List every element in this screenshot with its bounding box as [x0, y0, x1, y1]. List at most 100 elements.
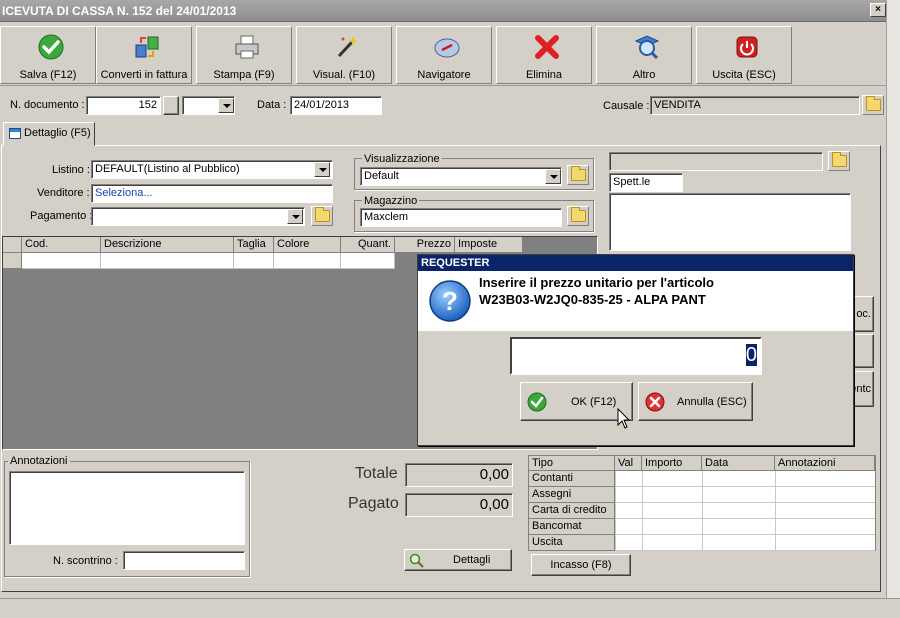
more-label: Altro: [632, 69, 656, 81]
view-button[interactable]: Visual. (F10): [296, 26, 392, 84]
series-dropdown-arrow[interactable]: [218, 98, 234, 113]
pagato-value: 0,00: [405, 493, 513, 517]
save-label: Salva (F12): [19, 69, 77, 81]
cancel-label: Annulla (ESC): [677, 396, 747, 408]
visualizzazione-select[interactable]: Default: [360, 167, 562, 186]
exit-button[interactable]: Uscita (ESC): [696, 26, 792, 84]
magazzino-input[interactable]: Maxclem: [360, 208, 562, 227]
payment-row-uscita[interactable]: Uscita: [529, 535, 615, 551]
price-input-value: 0: [745, 344, 757, 366]
pagamento-select[interactable]: [91, 207, 305, 226]
totale-value: 0,00: [405, 463, 513, 487]
grid-header-descrizione[interactable]: Descrizione: [101, 237, 234, 253]
printer-icon: [235, 35, 259, 59]
grid-cell[interactable]: [341, 253, 395, 269]
visualizzazione-folder-button[interactable]: [567, 165, 589, 185]
status-bar: [0, 598, 900, 618]
dettagli-button[interactable]: Dettagli: [404, 549, 512, 571]
check-icon: [38, 34, 64, 60]
payments-header-annotazioni[interactable]: Annotazioni: [775, 456, 875, 471]
payments-header-tipo[interactable]: Tipo: [529, 456, 615, 471]
folder-icon: [571, 207, 586, 222]
view-label: Visual. (F10): [312, 69, 376, 81]
dialog-titlebar: REQUESTER: [418, 255, 853, 271]
grid-cell[interactable]: [22, 253, 101, 269]
pagato-label: Pagato: [348, 495, 399, 512]
payment-row-contanti[interactable]: Contanti: [529, 471, 615, 487]
incasso-button[interactable]: Incasso (F8): [531, 554, 631, 576]
data-label: Data :: [257, 99, 287, 111]
magazzino-label: Magazzino: [362, 195, 420, 207]
pagamento-dropdown-arrow[interactable]: [287, 209, 303, 224]
spett-field[interactable]: Spett.le: [609, 173, 683, 192]
folder-icon: [832, 152, 847, 167]
customer-address[interactable]: [609, 193, 851, 251]
convert-label: Converti in fattura: [100, 69, 188, 81]
grid-cell[interactable]: [101, 253, 234, 269]
tab-dettaglio[interactable]: Dettaglio (F5): [3, 122, 95, 146]
folder-icon: [315, 207, 330, 222]
payments-cells[interactable]: [615, 471, 875, 551]
magazzino-folder-button[interactable]: [567, 206, 589, 226]
cancel-button[interactable]: Annulla (ESC): [638, 382, 753, 421]
payments-header-data[interactable]: Data: [702, 456, 775, 471]
column-divider: [702, 471, 703, 551]
calendar-icon: [9, 128, 21, 139]
column-divider: [775, 471, 776, 551]
scontrino-label: N. scontrino :: [53, 555, 118, 567]
totale-label: Totale: [355, 465, 398, 482]
magic-wand-icon: [337, 36, 358, 58]
visualizzazione-dropdown-arrow[interactable]: [545, 169, 561, 184]
price-input[interactable]: 0: [510, 337, 762, 375]
listino-dropdown-arrow[interactable]: [314, 162, 330, 177]
print-button[interactable]: Stampa (F9): [196, 26, 292, 84]
delete-label: Elimina: [525, 69, 563, 81]
grid-header-prezzo[interactable]: Prezzo: [395, 237, 455, 253]
venditore-field[interactable]: Seleziona...: [91, 184, 333, 203]
listino-select[interactable]: DEFAULT(Listino al Pubblico): [91, 160, 333, 179]
grid-header-colore[interactable]: Colore: [274, 237, 341, 253]
grid-cell[interactable]: [234, 253, 274, 269]
grid-header-taglia[interactable]: Taglia: [234, 237, 274, 253]
visualizzazione-label: Visualizzazione: [362, 153, 442, 165]
document-side-label: oc.: [856, 308, 871, 320]
navigator-label: Navigatore: [417, 69, 471, 81]
convert-icon: [135, 36, 159, 58]
ndoc-input[interactable]: 152: [86, 96, 161, 115]
mouse-cursor-icon: [617, 408, 631, 429]
grid-header-quant[interactable]: Quant.: [341, 237, 395, 253]
grid-header-cod[interactable]: Cod.: [22, 237, 101, 253]
causale-input[interactable]: VENDITA: [650, 96, 860, 115]
delete-button[interactable]: Elimina: [496, 26, 592, 84]
folder-icon: [571, 166, 586, 181]
payment-row-assegni[interactable]: Assegni: [529, 487, 615, 503]
annotazioni-label: Annotazioni: [8, 455, 70, 467]
window-scrollbar[interactable]: [886, 0, 900, 600]
scontrino-input[interactable]: [123, 551, 245, 570]
customer-field[interactable]: [609, 152, 823, 171]
customer-folder-button[interactable]: [828, 151, 850, 171]
payment-row-carta[interactable]: Carta di credito: [529, 503, 615, 519]
dettagli-label: Dettagli: [453, 554, 491, 566]
close-icon: [645, 392, 665, 412]
navigator-button[interactable]: Navigatore: [396, 26, 492, 84]
convert-invoice-button[interactable]: Converti in fattura: [96, 26, 192, 84]
ndoc-spin-button[interactable]: [163, 96, 179, 115]
payment-row-bancomat[interactable]: Bancomat: [529, 519, 615, 535]
grid-header-imposte[interactable]: Imposte: [455, 237, 523, 253]
venditore-label: Venditore :: [37, 187, 90, 199]
grid-cell[interactable]: [274, 253, 341, 269]
close-button[interactable]: ×: [870, 3, 886, 17]
payments-header-val[interactable]: Val: [615, 456, 642, 471]
dialog-message-line1: Inserire il prezzo unitario per l'artico…: [479, 275, 714, 290]
pagamento-label: Pagamento :: [30, 210, 93, 222]
column-divider: [642, 471, 643, 551]
save-button[interactable]: Salva (F12): [0, 26, 96, 84]
check-icon: [527, 392, 547, 412]
pagamento-folder-button[interactable]: [311, 206, 333, 226]
date-input[interactable]: 24/01/2013: [290, 96, 382, 115]
more-button[interactable]: Altro: [596, 26, 692, 84]
annotazioni-textarea[interactable]: [9, 471, 245, 545]
payments-header-importo[interactable]: Importo: [642, 456, 702, 471]
causale-folder-button[interactable]: [862, 95, 884, 115]
